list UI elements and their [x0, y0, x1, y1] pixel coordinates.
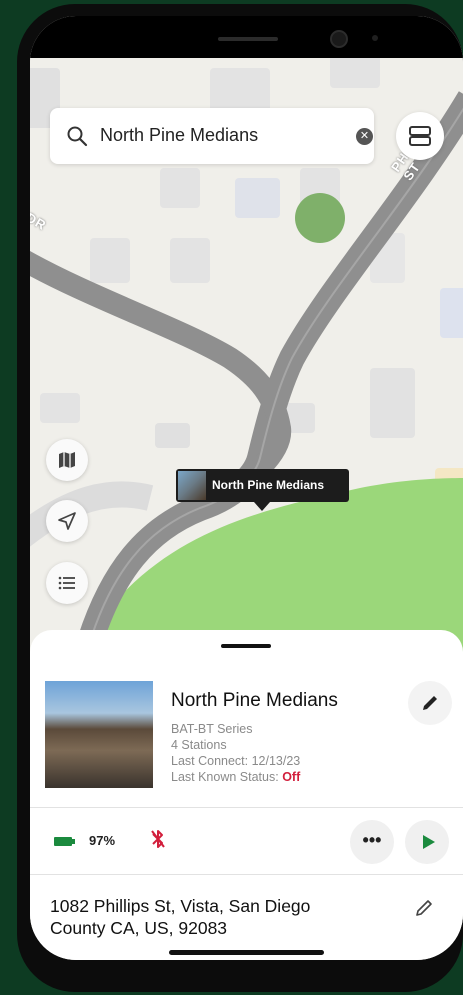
marker-thumbnail: [178, 471, 206, 500]
search-input[interactable]: North Pine Medians: [100, 125, 258, 146]
my-location-button[interactable]: [46, 500, 88, 542]
front-camera: [330, 30, 348, 48]
sensor: [372, 35, 378, 41]
map-type-button[interactable]: [46, 439, 88, 481]
list-icon: [58, 576, 75, 590]
location-arrow-icon: [58, 512, 76, 530]
clear-icon[interactable]: ✕: [356, 128, 373, 145]
pencil-icon: [416, 900, 432, 916]
run-button[interactable]: [405, 820, 449, 864]
controller-series: BAT-BT Series: [171, 722, 253, 736]
play-icon: [423, 835, 435, 849]
layers-button[interactable]: [396, 112, 444, 160]
search-bar[interactable]: North Pine Medians ✕: [50, 108, 374, 164]
battery-percent: 97%: [89, 833, 116, 848]
last-connect: Last Connect: 12/13/23: [171, 754, 301, 768]
battery-icon: [54, 837, 75, 846]
pencil-icon: [423, 696, 437, 710]
bluetooth-off-icon: [151, 830, 165, 848]
layers-icon: [409, 126, 431, 146]
search-icon: [67, 126, 88, 147]
edit-controller-button[interactable]: [408, 681, 452, 725]
site-photo: [45, 681, 153, 788]
list-view-button[interactable]: [46, 562, 88, 604]
sheet-handle[interactable]: [221, 644, 271, 648]
status-bar: [30, 16, 463, 58]
controller-stations: 4 Stations: [171, 738, 227, 752]
phone-frame: PHILLIPS ST DR North Pine Medians ✕: [17, 4, 463, 992]
home-indicator[interactable]: [169, 950, 324, 955]
marker-pointer: [254, 502, 270, 511]
speaker-grille: [218, 37, 278, 41]
divider: [30, 874, 463, 875]
app-screen: PHILLIPS ST DR North Pine Medians ✕: [30, 16, 463, 960]
controller-name: North Pine Medians: [171, 690, 338, 711]
more-options-button[interactable]: •••: [350, 820, 394, 864]
last-status: Last Known Status: Off: [171, 770, 300, 784]
last-status-value: Off: [282, 770, 301, 784]
controller-address: 1082 Phillips St, Vista, San Diego Count…: [50, 896, 311, 938]
more-icon: •••: [362, 830, 382, 850]
map-marker-callout[interactable]: North Pine Medians: [176, 469, 349, 511]
map-icon: [59, 452, 75, 468]
divider: [30, 807, 463, 808]
last-status-label: Last Known Status:: [171, 770, 279, 784]
edit-address-button[interactable]: [414, 898, 434, 923]
details-sheet: North Pine Medians BAT-BT Series 4 Stati…: [30, 630, 463, 960]
marker-label: North Pine Medians: [212, 478, 325, 492]
